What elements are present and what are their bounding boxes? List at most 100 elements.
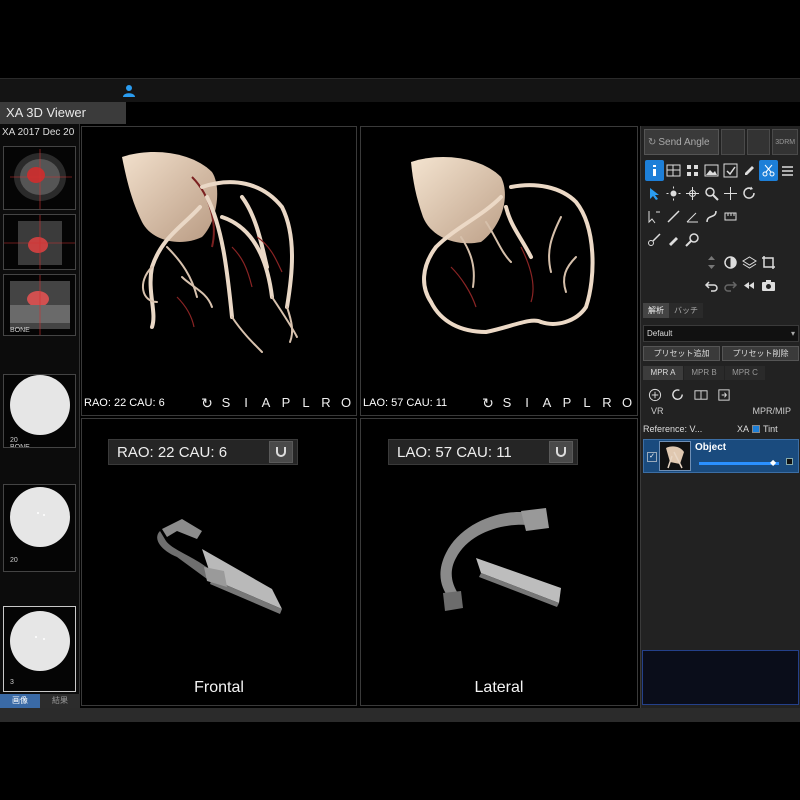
rotate-icon[interactable] <box>740 183 759 204</box>
window-title: XA 3D Viewer <box>0 102 126 124</box>
orient-posterior-button[interactable]: P <box>557 392 577 414</box>
preset-buttons: プリセット追加 プリセット削除 <box>643 346 799 361</box>
rotate-icon[interactable]: ↻ <box>479 392 497 414</box>
undo-icon[interactable] <box>702 275 721 296</box>
viewport-status-bar: RAO: 22 CAU: 6 ↻ S I A P L R O <box>82 391 356 415</box>
check-icon[interactable] <box>721 160 740 181</box>
orient-inferior-button[interactable]: I <box>517 392 537 414</box>
orient-inferior-button[interactable]: I <box>236 392 256 414</box>
heart-view-button[interactable] <box>720 129 745 155</box>
tab-mpr-b[interactable]: MPR B <box>684 366 724 380</box>
grid-icon[interactable] <box>683 160 702 181</box>
scissors-icon[interactable] <box>759 160 778 181</box>
tab-images[interactable]: 画像 <box>0 694 40 708</box>
top-tools: ↻ Send Angle 3DRM <box>644 129 799 155</box>
mpr-tabs: MPR A MPR B MPR C <box>643 366 765 380</box>
preview-panel <box>642 650 799 705</box>
layers-icon[interactable] <box>740 252 759 273</box>
camera-view-button[interactable] <box>746 129 771 155</box>
delete-preset-button[interactable]: プリセット削除 <box>722 346 799 361</box>
slider-handle-icon[interactable]: ◆ <box>770 458 776 467</box>
orient-superior-button[interactable]: S <box>497 392 517 414</box>
orient-left-button[interactable]: L <box>577 392 597 414</box>
redo-icon[interactable] <box>721 275 740 296</box>
orient-superior-button[interactable]: S <box>216 392 236 414</box>
rotate-icon[interactable]: ↻ <box>198 392 216 414</box>
orient-right-button[interactable]: R <box>597 392 617 414</box>
line-measure-icon[interactable] <box>664 206 683 227</box>
camera-icon[interactable] <box>759 275 778 296</box>
refresh-icon[interactable] <box>668 384 687 405</box>
list-icon[interactable] <box>778 160 797 181</box>
preset-dropdown[interactable]: Default ▾ <box>643 325 799 342</box>
orient-anterior-button[interactable]: A <box>537 392 557 414</box>
series-thumb-1[interactable] <box>3 146 76 210</box>
reset-icon[interactable] <box>740 275 759 296</box>
pointer-icon[interactable] <box>645 183 664 204</box>
opacity-slider[interactable] <box>699 462 779 465</box>
viewport-lateral-3d[interactable]: LAO: 57 CAU: 11 ↻ S I A P L R O <box>360 126 638 416</box>
series-caption: BONE <box>10 327 30 334</box>
tab-mpr-c[interactable]: MPR C <box>725 366 765 380</box>
viewport-lateral-arm[interactable]: LAO: 57 CAU: 11 Lateral <box>360 418 638 706</box>
orient-oblique-button[interactable]: O <box>617 392 637 414</box>
series-thumb-5[interactable]: 20 <box>3 484 76 572</box>
plus-circle-icon[interactable] <box>645 384 664 405</box>
series-thumb-4[interactable]: 20 BONE <box>3 374 76 448</box>
scale-icon[interactable] <box>721 206 740 227</box>
tab-mpr-a[interactable]: MPR A <box>643 366 683 380</box>
tab-batch[interactable]: バッチ <box>669 303 703 318</box>
pen-icon[interactable] <box>664 229 683 250</box>
series-caption: 20 <box>10 557 18 564</box>
roi-select-icon[interactable] <box>645 206 664 227</box>
info-icon[interactable] <box>645 160 664 181</box>
curve-measure-icon[interactable] <box>702 206 721 227</box>
magnet-icon[interactable] <box>269 441 293 463</box>
tool-panel: ↻ Send Angle 3DRM 解析 バッチ Default ▾ プリセット… <box>640 126 800 708</box>
invert-icon[interactable] <box>721 252 740 273</box>
magnet-icon[interactable] <box>549 441 573 463</box>
flip-vertical-icon[interactable] <box>702 252 721 273</box>
tint-column-label: Tint <box>763 424 778 434</box>
tab-analysis[interactable]: 解析 <box>643 303 669 318</box>
send-angle-button[interactable]: ↻ Send Angle <box>644 129 719 155</box>
brightness-icon[interactable] <box>664 183 683 204</box>
orient-left-button[interactable]: L <box>296 392 316 414</box>
series-thumb-3[interactable]: BONE <box>3 274 76 336</box>
preset-value: Default <box>647 329 673 338</box>
orient-posterior-button[interactable]: P <box>276 392 296 414</box>
zoom-icon[interactable] <box>702 183 721 204</box>
edit-icon[interactable] <box>740 160 759 181</box>
crop-icon[interactable] <box>759 252 778 273</box>
c-arm-frontal-model <box>157 519 282 614</box>
send-angle-label: Send Angle <box>658 136 710 148</box>
angle-measure-icon[interactable] <box>683 206 702 227</box>
object-list-item[interactable]: ✓ Object ◆ <box>643 439 799 473</box>
magnifier-icon[interactable] <box>683 229 702 250</box>
image-icon[interactable] <box>702 160 721 181</box>
series-thumb-2[interactable] <box>3 214 76 270</box>
xa-checkbox[interactable] <box>752 425 761 433</box>
orient-right-button[interactable]: R <box>316 392 336 414</box>
tab-results[interactable]: 結果 <box>40 694 80 708</box>
layout-icon[interactable] <box>664 160 683 181</box>
pan-icon[interactable] <box>683 183 702 204</box>
object-thumbnail <box>659 441 691 471</box>
orient-anterior-button[interactable]: A <box>256 392 276 414</box>
object-visibility-checkbox[interactable]: ✓ <box>647 452 657 462</box>
viewport-frontal-arm[interactable]: RAO: 22 CAU: 6 Frontal <box>81 418 357 706</box>
user-icon[interactable] <box>115 81 143 101</box>
export-icon[interactable] <box>714 384 733 405</box>
mode-mpr-mip[interactable]: MPR/MIP <box>752 406 791 416</box>
c-arm-lateral-model <box>440 508 561 611</box>
3drm-button[interactable]: 3DRM <box>772 129 799 155</box>
tint-color-swatch[interactable] <box>786 458 793 465</box>
mode-vr[interactable]: VR <box>651 406 664 416</box>
probe-icon[interactable] <box>645 229 664 250</box>
crosshair-icon[interactable] <box>721 183 740 204</box>
orient-oblique-button[interactable]: O <box>336 392 356 414</box>
series-thumb-6[interactable]: 3 <box>3 606 76 692</box>
add-preset-button[interactable]: プリセット追加 <box>643 346 720 361</box>
viewport-frontal-3d[interactable]: RAO: 22 CAU: 6 ↻ S I A P L R O <box>81 126 357 416</box>
split-view-icon[interactable] <box>691 384 710 405</box>
